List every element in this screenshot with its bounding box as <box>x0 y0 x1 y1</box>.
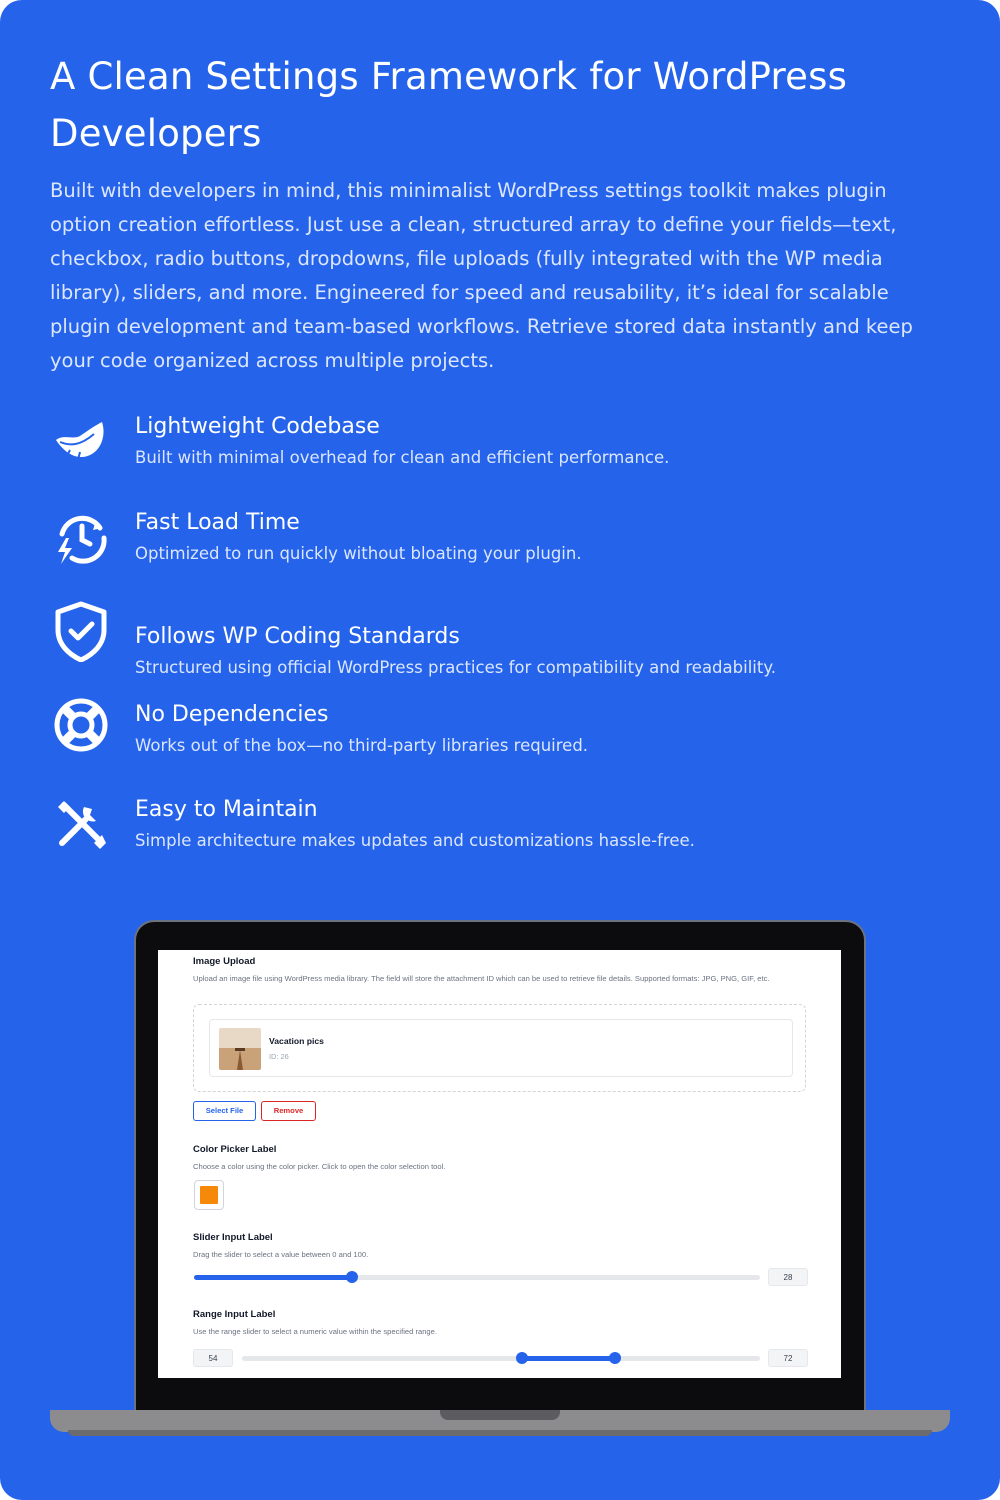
range-min-value[interactable]: 54 <box>193 1349 233 1367</box>
settings-screen: Image Upload Upload an image file using … <box>158 950 841 1378</box>
feature-text: Works out of the box—no third-party libr… <box>135 736 589 755</box>
slider-value[interactable]: 28 <box>768 1268 808 1286</box>
range-handle-low[interactable] <box>515 1352 528 1364</box>
color-swatch[interactable] <box>194 1180 224 1210</box>
slider-help: Drag the slider to select a value betwee… <box>193 1250 369 1259</box>
laptop-base-shadow <box>68 1430 932 1436</box>
feature-no-dependencies: No Dependencies Works out of the box—no … <box>50 698 970 770</box>
range-help: Use the range slider to select a numeric… <box>193 1327 437 1336</box>
range-handle-high[interactable] <box>608 1352 621 1364</box>
feature-lightweight: Lightweight Codebase Built with minimal … <box>50 412 970 482</box>
slider-fill <box>194 1275 353 1280</box>
promo-card: A Clean Settings Framework for WordPress… <box>0 0 1000 1500</box>
feature-title: Follows WP Coding Standards <box>135 624 460 649</box>
image-upload-label: Image Upload <box>193 956 256 967</box>
file-thumbnail <box>219 1028 261 1070</box>
file-card: Vacation pics ID: 26 <box>209 1019 793 1077</box>
feather-icon <box>50 412 112 474</box>
range-fill <box>521 1356 615 1361</box>
feature-standards: Follows WP Coding Standards Structured u… <box>50 600 970 677</box>
color-picker-help: Choose a color using the color picker. C… <box>193 1162 446 1171</box>
fast-clock-icon <box>50 508 112 570</box>
shield-check-icon <box>50 600 112 663</box>
image-upload-help: Upload an image file using WordPress med… <box>193 974 770 983</box>
remove-button[interactable]: Remove <box>261 1101 316 1121</box>
file-name: Vacation pics <box>269 1036 324 1046</box>
feature-text: Built with minimal overhead for clean an… <box>135 448 670 467</box>
feature-title: Lightweight Codebase <box>135 414 380 439</box>
color-picker-label: Color Picker Label <box>193 1144 277 1155</box>
tools-icon <box>50 793 112 855</box>
feature-text: Structured using official WordPress prac… <box>135 658 776 677</box>
lifebuoy-icon <box>50 694 112 756</box>
slider-handle[interactable] <box>346 1271 359 1283</box>
page-title: A Clean Settings Framework for WordPress… <box>50 55 848 155</box>
feature-easy-maintain: Easy to Maintain Simple architecture mak… <box>50 795 970 865</box>
feature-title: No Dependencies <box>135 702 329 727</box>
page-description: Built with developers in mind, this mini… <box>50 179 913 372</box>
select-file-button[interactable]: Select File <box>193 1101 256 1121</box>
upload-dropzone[interactable]: Vacation pics ID: 26 <box>193 1004 806 1092</box>
feature-text: Optimized to run quickly without bloatin… <box>135 544 582 563</box>
file-id: ID: 26 <box>269 1052 289 1061</box>
feature-title: Easy to Maintain <box>135 797 318 822</box>
laptop-notch <box>440 1410 560 1420</box>
range-max-value[interactable]: 72 <box>768 1349 808 1367</box>
range-label: Range Input Label <box>193 1309 276 1320</box>
slider-label: Slider Input Label <box>193 1232 273 1243</box>
color-swatch-fill <box>200 1186 218 1204</box>
range-track[interactable] <box>242 1356 760 1361</box>
feature-fast-load: Fast Load Time Optimized to run quickly … <box>50 508 970 578</box>
feature-text: Simple architecture makes updates and cu… <box>135 831 695 850</box>
feature-title: Fast Load Time <box>135 510 300 535</box>
